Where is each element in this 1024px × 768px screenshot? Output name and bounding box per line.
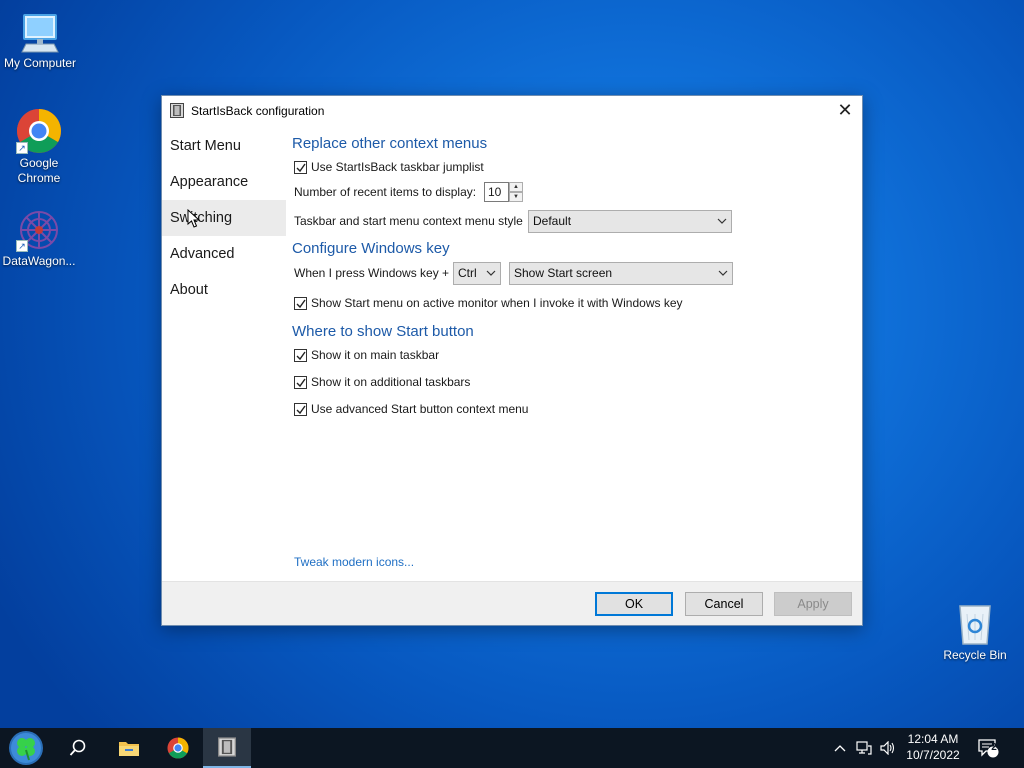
- nav-item-switching[interactable]: Switching: [162, 200, 286, 236]
- taskbar-file-explorer[interactable]: [105, 728, 153, 768]
- shortcut-arrow-icon: ↗: [16, 142, 28, 154]
- active-monitor-checkbox[interactable]: [294, 296, 307, 310]
- chevron-down-icon: [717, 211, 727, 240]
- additional-taskbars-label: Show it on additional taskbars: [311, 375, 471, 389]
- main-taskbar-label: Show it on main taskbar: [311, 348, 440, 362]
- menu-style-value: Default: [533, 214, 572, 228]
- windows-key-press-label: When I press Windows key +: [294, 266, 450, 280]
- ok-button[interactable]: OK: [595, 592, 673, 616]
- network-icon: [856, 741, 872, 755]
- startisback-config-icon: [218, 737, 236, 757]
- action-center-button[interactable]: 2: [970, 728, 1006, 768]
- main-taskbar-checkbox[interactable]: [294, 348, 307, 362]
- advanced-context-menu-label: Use advanced Start button context menu: [311, 402, 529, 416]
- dialog-titlebar[interactable]: StartIsBack configuration ✕: [162, 96, 862, 126]
- nav-item-advanced[interactable]: Advanced: [162, 236, 286, 272]
- main-taskbar-option[interactable]: Show it on main taskbar: [294, 348, 439, 362]
- additional-taskbars-option[interactable]: Show it on additional taskbars: [294, 375, 470, 389]
- clock-time: 12:04 AM: [907, 732, 959, 746]
- taskbar-search-button[interactable]: [54, 728, 102, 768]
- recycle-bin-icon: [955, 602, 995, 646]
- desktop-icon-label: My Computer: [3, 56, 77, 70]
- startisback-config-dialog: StartIsBack configuration ✕ Start Menu A…: [161, 95, 863, 626]
- tray-volume-button[interactable]: [876, 728, 900, 768]
- advanced-context-menu-option[interactable]: Use advanced Start button context menu: [294, 402, 528, 416]
- tray-clock[interactable]: 12:04 AM 10/7/2022: [902, 731, 964, 763]
- close-button[interactable]: ✕: [828, 96, 862, 126]
- search-icon: [69, 739, 86, 756]
- desktop-icon-label: DataWagon...: [2, 254, 76, 268]
- taskbar: 12:04 AM 10/7/2022 2: [0, 728, 1024, 768]
- tray-network-button[interactable]: [852, 728, 876, 768]
- spin-up-button[interactable]: ▲: [509, 182, 523, 192]
- active-monitor-option[interactable]: Show Start menu on active monitor when I…: [294, 296, 683, 310]
- nav-item-start-menu[interactable]: Start Menu: [162, 128, 286, 164]
- desktop-icon-google-chrome[interactable]: ↗ Google Chrome: [0, 108, 79, 186]
- modifier-value: Ctrl: [458, 266, 477, 280]
- windows-key-modifier-dropdown[interactable]: Ctrl: [453, 262, 501, 285]
- nav-item-about[interactable]: About: [162, 272, 286, 308]
- windows-key-action-dropdown[interactable]: Show Start screen: [509, 262, 733, 285]
- desktop-icon-recycle-bin[interactable]: Recycle Bin: [935, 602, 1015, 663]
- desktop-icon-label: Recycle Bin: [943, 648, 1007, 662]
- clock-date: 10/7/2022: [906, 748, 960, 762]
- chevron-down-icon: [486, 263, 496, 292]
- recent-items-label: Number of recent items to display:: [294, 185, 477, 199]
- start-orb-icon: [9, 731, 43, 765]
- notification-count-badge: 2: [991, 742, 997, 753]
- section-title-start-button: Where to show Start button: [292, 323, 474, 340]
- nav-item-appearance[interactable]: Appearance: [162, 164, 286, 200]
- dialog-title: StartIsBack configuration: [191, 104, 325, 118]
- file-explorer-icon: [119, 742, 139, 756]
- app-icon: [170, 103, 184, 118]
- tweak-modern-icons-link[interactable]: Tweak modern icons...: [294, 555, 414, 569]
- desktop-icon-my-computer[interactable]: My Computer: [0, 12, 80, 71]
- use-jumplist-checkbox[interactable]: [294, 160, 307, 174]
- chrome-icon: [167, 737, 189, 759]
- taskbar-startisback-config[interactable]: [203, 728, 251, 768]
- mouse-cursor-icon: [187, 208, 201, 232]
- chevron-up-icon: [834, 745, 846, 752]
- additional-taskbars-checkbox[interactable]: [294, 375, 307, 389]
- computer-icon: [18, 12, 62, 54]
- tray-overflow-button[interactable]: [828, 728, 852, 768]
- datawagon-icon: ↗: [16, 208, 62, 252]
- use-jumplist-label: Use StartIsBack taskbar jumplist: [311, 160, 484, 174]
- advanced-context-menu-checkbox[interactable]: [294, 402, 307, 416]
- section-title-context-menus: Replace other context menus: [292, 135, 488, 152]
- desktop-icon-label: Google Chrome: [17, 156, 61, 185]
- cancel-button[interactable]: Cancel: [685, 592, 763, 616]
- dialog-footer: OK Cancel Apply: [162, 581, 862, 625]
- taskbar-chrome[interactable]: [154, 728, 202, 768]
- recent-items-spinner[interactable]: 10 ▲ ▼: [484, 182, 524, 202]
- menu-style-dropdown[interactable]: Default: [528, 210, 732, 233]
- action-value: Show Start screen: [514, 266, 613, 280]
- apply-button[interactable]: Apply: [774, 592, 852, 616]
- section-title-windows-key: Configure Windows key: [292, 240, 450, 257]
- use-jumplist-option[interactable]: Use StartIsBack taskbar jumplist: [294, 160, 484, 174]
- recent-items-input[interactable]: 10: [484, 182, 509, 202]
- volume-icon: [880, 741, 895, 755]
- spin-down-button[interactable]: ▼: [509, 192, 523, 202]
- settings-nav: Start Menu Appearance Switching Advanced…: [162, 128, 286, 308]
- desktop-icon-datawagon[interactable]: ↗ DataWagon...: [0, 208, 79, 269]
- chevron-down-icon: [718, 263, 728, 292]
- menu-style-label: Taskbar and start menu context menu styl…: [294, 214, 523, 228]
- close-icon: ✕: [837, 100, 853, 120]
- start-button[interactable]: [2, 728, 50, 768]
- shortcut-arrow-icon: ↗: [16, 240, 28, 252]
- active-monitor-label: Show Start menu on active monitor when I…: [311, 296, 683, 310]
- chrome-icon: ↗: [16, 108, 62, 154]
